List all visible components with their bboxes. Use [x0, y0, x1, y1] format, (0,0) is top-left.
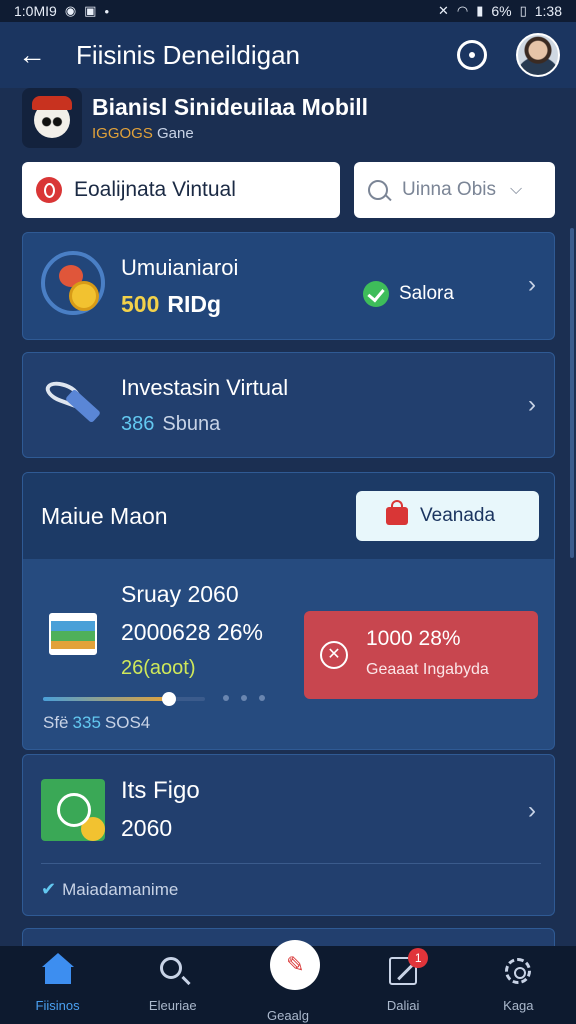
game-logo-icon [22, 88, 82, 148]
chevron-right-icon: › [528, 797, 536, 824]
game-subtitle: IGGOGS Gane [92, 125, 194, 142]
alert-subtitle: Geaaat Ingabyda [366, 661, 489, 678]
opera-icon [36, 177, 62, 203]
app-icon [41, 779, 105, 841]
search-icon [159, 957, 182, 979]
bottom-nav: Fiisinos Eleuriae ✎ Geaalg 1 Daliai Kaga [0, 940, 576, 1024]
chevron-down-icon: ⌵ [510, 181, 523, 198]
chevron-right-icon: › [528, 271, 536, 298]
wifi-icon: ◠ [456, 3, 469, 18]
scrollbar[interactable] [570, 228, 574, 558]
chevron-right-icon: › [528, 391, 536, 418]
piggy-coin-icon [41, 251, 105, 315]
divider [41, 863, 541, 864]
battery-percent: 6% [491, 3, 512, 19]
microphone-icon [41, 373, 103, 435]
search-icon [368, 180, 388, 200]
arrow-left-icon[interactable]: ← [18, 39, 54, 71]
category-filter-label: Eoalijnata Vintual [74, 178, 236, 201]
status-time-left: 1:0MI9 [14, 3, 57, 19]
figo-title: Its Figo [121, 777, 200, 804]
nav-home[interactable]: Fiisinos [0, 946, 115, 1024]
nav-settings[interactable]: Kaga [461, 946, 576, 1024]
signal-icon: ▮ [476, 3, 484, 18]
main-card: Maiue Maon Veanada Sruay 2060 2000628 26… [22, 472, 555, 750]
doc-icon: ▣ [84, 3, 97, 18]
investment-card[interactable]: Investasin Virtual 386 Sbuna › [22, 352, 555, 458]
figo-value: 2060 [121, 815, 173, 841]
nav-center[interactable]: ✎ Geaalg [230, 940, 345, 1024]
figo-card[interactable]: Its Figo 2060 › ✔ Maiadamanime [22, 754, 555, 916]
flag-card-icon [49, 613, 97, 655]
main-card-line3: 26(aoot) [121, 657, 196, 679]
investment-value: 386 Sbuna [121, 413, 221, 435]
nav-edit[interactable]: 1 Daliai [346, 946, 461, 1024]
progress-handle[interactable] [162, 692, 177, 706]
game-header: Bianisl Sinideuilaa Mobill IGGOGS Gane [22, 88, 556, 148]
investment-title: Investasin Virtual [121, 375, 289, 400]
settings-icon [505, 958, 532, 984]
status-bar: 1:0MI9 ◉ ▣ • ✕ ◠ ▮ 6% ▯ 1:38 [0, 0, 576, 22]
search-dropdown-label: Uinna Obis [402, 179, 496, 200]
page-title: Fiisinis Deneildigan [76, 39, 300, 70]
gear-icon[interactable] [457, 40, 487, 70]
more-dot-icon: • [104, 3, 110, 19]
notification-icon: ◉ [64, 3, 77, 18]
main-card-line1: Sruay 2060 [121, 581, 239, 607]
home-icon [41, 953, 74, 984]
close-circle-icon: ✕ [320, 641, 348, 669]
balance-amount: 500 RIDg [121, 291, 222, 317]
app-bar: ← Fiisinis Deneildigan [0, 22, 576, 88]
status-badge: Salora [363, 281, 454, 307]
game-title: Bianisl Sinideuilaa Mobill [92, 94, 369, 120]
figo-footer: ✔ Maiadamanime [41, 879, 179, 899]
check-circle-icon [363, 281, 389, 307]
notification-badge: 1 [408, 948, 429, 968]
voucher-button[interactable]: Veanada [356, 491, 539, 541]
main-card-title: Maiue Maon [41, 503, 168, 529]
check-icon: ✔ [41, 879, 57, 899]
category-filter-button[interactable]: Eoalijnata Vintual [22, 162, 340, 218]
alert-title: 1000 28% [366, 627, 461, 650]
main-card-line2: 2000628 26% [121, 619, 263, 645]
mute-icon: ✕ [437, 3, 449, 18]
status-time-right: 1:38 [534, 3, 562, 19]
avatar[interactable] [516, 33, 560, 77]
balance-card[interactable]: Umuianiaroi 500 RIDg Salora › [22, 232, 555, 340]
main-card-footer: Sfë 335 SOS4 [43, 713, 151, 732]
nav-search[interactable]: Eleuriae [115, 946, 230, 1024]
battery-icon: ▯ [519, 3, 527, 18]
balance-title: Umuianiaroi [121, 255, 239, 280]
pen-icon[interactable]: ✎ [270, 940, 321, 990]
pager-dots [223, 695, 265, 701]
progress-slider[interactable] [43, 692, 205, 706]
search-dropdown[interactable]: Uinna Obis ⌵ [354, 162, 555, 218]
alert-card[interactable]: ✕ 1000 28% Geaaat Ingabyda [304, 611, 538, 699]
shopping-bag-icon [386, 500, 408, 525]
